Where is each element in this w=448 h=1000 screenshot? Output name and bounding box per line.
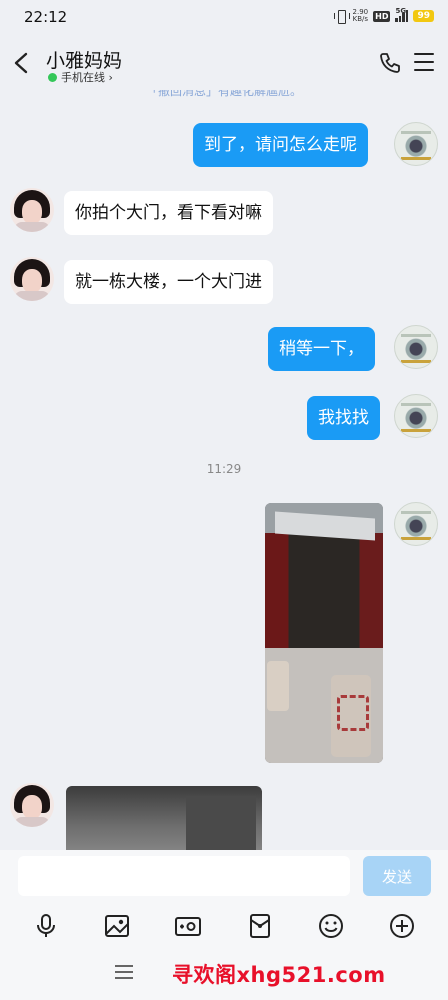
watermark-text: 寻欢阁xhg521.com [172, 963, 386, 987]
chat-toolbar [0, 905, 448, 947]
chevron-left-icon[interactable] [12, 52, 32, 74]
phone-icon[interactable] [378, 51, 402, 75]
input-bar: 发送 [0, 850, 448, 905]
my-avatar[interactable] [394, 502, 438, 546]
status-time: 22:12 [24, 8, 68, 26]
message-bubble-incoming[interactable]: 就一栋大楼，一个大门进 [64, 260, 273, 304]
message-bubble-outgoing[interactable]: 我找找 [307, 396, 380, 440]
battery-icon: 99 [413, 10, 434, 22]
status-bar: 22:12 2.90 KB/s HD 5G 99 [0, 0, 448, 36]
network-speed: 2.90 KB/s [353, 9, 369, 23]
received-photo[interactable] [66, 786, 262, 850]
message-input[interactable] [18, 856, 350, 896]
sent-photo[interactable] [265, 503, 383, 763]
navigation-bar: 寻欢阁xhg521.com [0, 947, 448, 1000]
presence-label: 手机在线 › [61, 71, 113, 84]
friend-avatar[interactable] [10, 257, 54, 301]
emoji-icon[interactable] [316, 911, 346, 941]
chat-header: 小雅妈妈 手机在线 › [0, 36, 448, 90]
send-button[interactable]: 发送 [363, 856, 431, 896]
image-icon[interactable] [102, 911, 132, 941]
nav-menu-icon[interactable] [115, 965, 133, 983]
message-bubble-outgoing[interactable]: 到了，请问怎么走呢 [193, 123, 368, 167]
online-dot-icon [48, 72, 57, 82]
message-bubble-outgoing[interactable]: 稍等一下， [268, 327, 375, 371]
signal-label: 5G [395, 7, 407, 15]
microphone-icon[interactable] [31, 911, 61, 941]
chat-area[interactable]: 「撤回消息」有趣化解尴尬。 到了，请问怎么走呢 你拍个大门，看下看对嘛 就一栋大… [0, 90, 448, 850]
camera-icon[interactable] [173, 911, 203, 941]
menu-icon[interactable] [414, 53, 434, 71]
plus-icon[interactable] [387, 911, 417, 941]
status-icons: 2.90 KB/s HD 5G 99 [333, 7, 434, 24]
network-speed-unit: KB/s [352, 15, 369, 23]
message-timestamp: 11:29 [206, 462, 242, 476]
system-notice: 「撤回消息」有趣化解尴尬。 [145, 90, 302, 98]
red-packet-icon[interactable] [245, 911, 275, 941]
friend-avatar[interactable] [10, 783, 54, 827]
hd-badge: HD [373, 10, 391, 22]
my-avatar[interactable] [394, 394, 438, 438]
vibrate-icon [333, 10, 350, 24]
message-bubble-incoming[interactable]: 你拍个大门，看下看对嘛 [64, 191, 273, 235]
friend-avatar[interactable] [10, 188, 54, 232]
signal-icon: 5G [395, 7, 409, 22]
presence-status[interactable]: 手机在线 › [48, 69, 113, 85]
my-avatar[interactable] [394, 325, 438, 369]
my-avatar[interactable] [394, 122, 438, 166]
